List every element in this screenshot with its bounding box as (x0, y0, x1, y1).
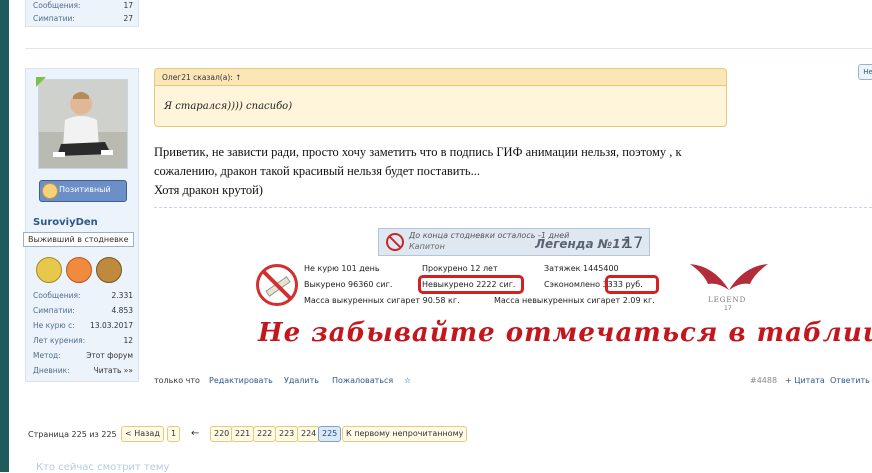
prev-stat-label: Симпатии: (33, 14, 75, 23)
highlight-circle (418, 275, 524, 294)
page-223[interactable]: 223 (275, 426, 299, 442)
user-stat-label: Не курю с: (33, 321, 75, 330)
counter-puffs: Затяжек 1445400 (544, 264, 619, 273)
first-unread-button[interactable]: К первому непрочитанному (342, 426, 468, 442)
user-stat-label: Симпатии: (33, 306, 75, 315)
counter-smoked: Выкурено 96360 сиг. (304, 280, 393, 289)
diary-read-link[interactable]: Читать »» (94, 366, 133, 375)
legend-logo-number: 17 (724, 305, 732, 312)
positive-label: Позитивный (59, 185, 111, 194)
user-stat-diary: Дневник: Читать »» (33, 366, 133, 375)
edit-link[interactable]: Редактировать (209, 376, 273, 385)
user-stat-method: Метод: Этот форум (33, 351, 133, 360)
ellipsis-arrow-icon[interactable]: ← (191, 428, 199, 439)
no-smoking-icon (256, 264, 298, 306)
quote-link[interactable]: + Цитата (785, 376, 825, 385)
user-stat-value: Этот форум (86, 351, 133, 360)
post-separator (25, 48, 872, 49)
prev-stat-messages: Сообщения: 17 (33, 1, 133, 10)
counter-years: Прокурено 12 лет (422, 264, 498, 273)
message-line: Хотя дракон крутой) (154, 183, 263, 197)
banner-legend-text: Легенда №17 (535, 237, 629, 251)
user-stat-label: Сообщения: (33, 291, 81, 300)
avatar-photo (39, 80, 127, 168)
username-link[interactable]: SuroviyDen (33, 217, 98, 228)
positive-badge[interactable]: Позитивный (39, 180, 127, 202)
banner-number: 17 (623, 233, 644, 252)
delete-link[interactable]: Удалить (284, 376, 319, 385)
user-info-column: Позитивный SuroviyDen Выживший в стоднев… (23, 68, 139, 382)
avatar[interactable] (38, 79, 128, 169)
left-edge-strip (0, 0, 9, 472)
report-link[interactable]: Пожаловаться (332, 376, 393, 385)
side-new-button[interactable]: Не (858, 64, 872, 80)
emoji-award-icon[interactable] (66, 257, 92, 283)
prev-user-stats: Сообщения: 17 Симпатии: 27 (25, 0, 139, 27)
user-stat-quit-date: Не курю с: 13.03.2017 (33, 321, 133, 330)
user-stat-label: Дневник: (33, 366, 70, 375)
prev-stat-likes: Симпатии: 27 (33, 14, 133, 23)
user-stat-years: Лет курения: 12 (33, 336, 133, 345)
page-222[interactable]: 222 (253, 426, 277, 442)
quote-header: Олег21 сказал(а): ↑ (154, 68, 727, 85)
legend-logo: LEGEND 17 (684, 260, 774, 314)
message-line: сожалению, дракон такой красивый нельзя … (154, 164, 481, 178)
post-time: только что (154, 376, 200, 385)
no-smoking-icon (42, 183, 58, 199)
user-stat-label: Лет курения: (33, 336, 86, 345)
no-smoking-icon (386, 233, 404, 251)
reply-link[interactable]: Ответить (830, 376, 870, 385)
user-stat-label: Метод: (33, 351, 61, 360)
user-stat-value: 12 (123, 336, 133, 345)
prev-stat-value: 27 (123, 14, 133, 23)
user-stat-value: 13.03.2017 (90, 321, 133, 330)
page-220[interactable]: 220 (210, 426, 234, 442)
page-225-current[interactable]: 225 (318, 426, 342, 442)
signature-divider (154, 207, 872, 208)
wings-logo-icon (690, 264, 768, 290)
user-stat-value: 2.331 (111, 291, 133, 300)
quote-text: Я старался)))) спасибо) (164, 101, 293, 112)
prev-stat-label: Сообщения: (33, 1, 81, 10)
who-is-watching-heading: Кто сейчас смотрит тему (36, 462, 170, 473)
rank-award-icon[interactable] (96, 257, 122, 283)
page-224[interactable]: 224 (297, 426, 321, 442)
quote-author-link[interactable]: Олег21 сказал(а): ↑ (162, 73, 241, 82)
banner-rank-text: Капитон (409, 242, 445, 251)
stodnevka-banner: До конца стодневки осталось -1 дней Капи… (378, 228, 650, 256)
highlight-circle (605, 275, 659, 294)
reminder-banner: Не забывайте отмечаться в таблице! (258, 318, 872, 348)
page-first[interactable]: 1 (167, 426, 181, 442)
counter-mass-not: Масса невыкуренных сигарет 2.09 кг. (494, 296, 655, 305)
user-stat-messages: Сообщения: 2.331 (33, 291, 133, 300)
page-221[interactable]: 221 (231, 426, 255, 442)
user-title-tooltip: Выживший в стодневке (23, 232, 134, 247)
message-line: Приветик, не зависти ради, просто хочу з… (154, 145, 682, 159)
legend-logo-text: LEGEND (708, 296, 747, 304)
medal-award-icon[interactable] (36, 257, 62, 283)
prev-page-button[interactable]: < Назад (121, 426, 164, 442)
user-stat-value: 4.853 (111, 306, 133, 315)
counter-days: Не курю 101 день (304, 264, 380, 273)
prev-stat-value: 17 (123, 1, 133, 10)
quit-counter-banner: Не курю 101 день Прокурено 12 лет Затяже… (252, 260, 772, 312)
page-counter: Страница 225 из 225 (28, 430, 117, 439)
user-stat-likes: Симпатии: 4.853 (33, 306, 133, 315)
online-status-corner (36, 77, 46, 87)
counter-mass-smoked: Масса выкуренных сигарет 90.58 кг. (304, 296, 460, 305)
bookmark-star-icon[interactable]: ☆ (404, 376, 411, 385)
post-number[interactable]: #4488 (750, 376, 777, 385)
quote-body: Я старался)))) спасибо) (154, 85, 727, 127)
